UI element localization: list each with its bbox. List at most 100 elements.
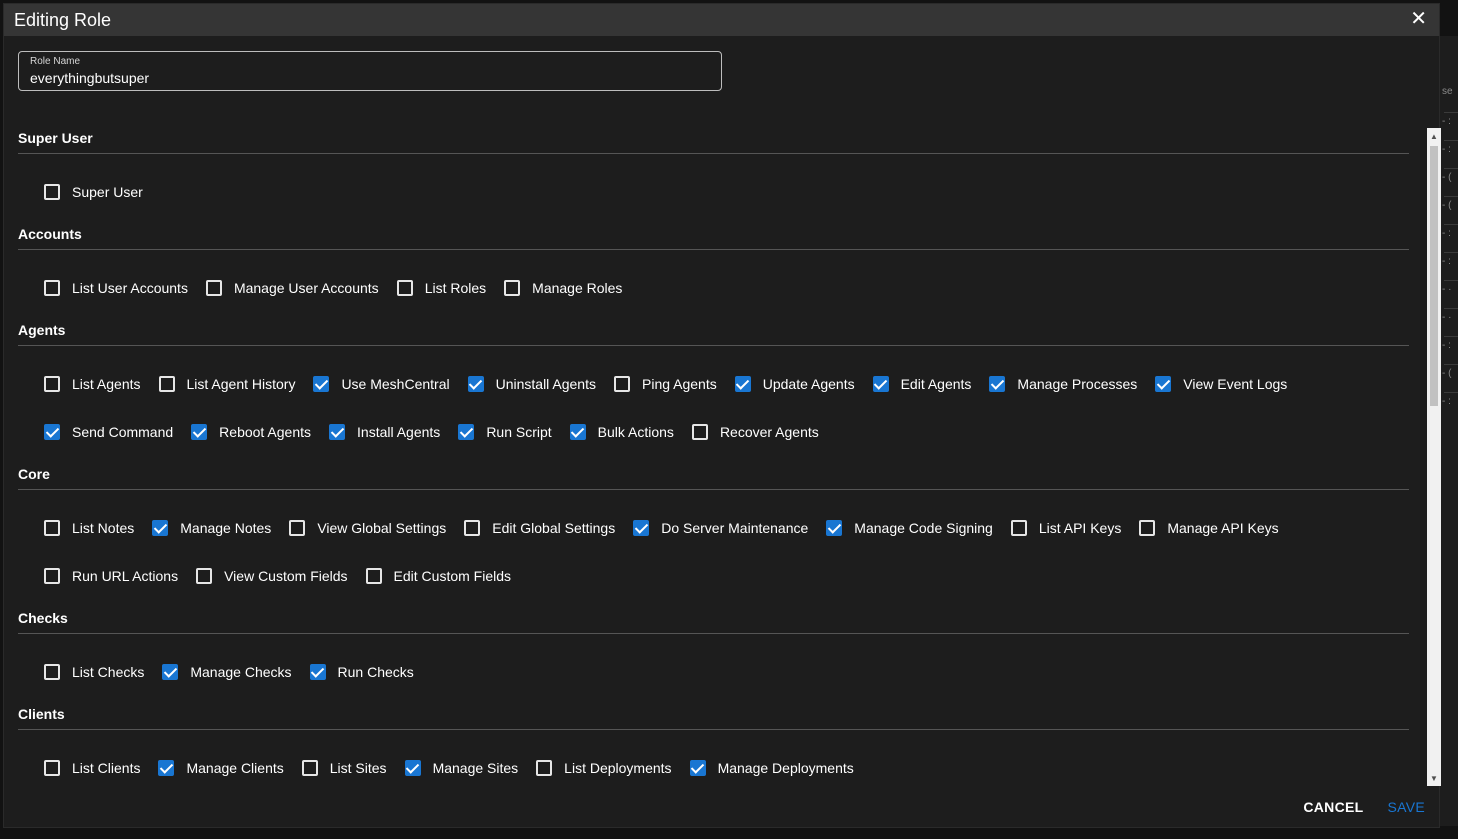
- checkbox-checked-icon[interactable]: [989, 376, 1006, 392]
- checkbox-unchecked-icon[interactable]: [289, 520, 306, 536]
- content-scrollbar[interactable]: ▲ ▼: [1427, 128, 1441, 786]
- checkbox-unchecked-icon[interactable]: [365, 568, 382, 584]
- permission-label: Super User: [72, 184, 143, 200]
- permission-checkbox[interactable]: Manage Processes: [989, 376, 1137, 392]
- checkbox-unchecked-icon[interactable]: [464, 520, 481, 536]
- permission-label: Manage User Accounts: [233, 280, 379, 296]
- permission-label: Recover Agents: [719, 424, 819, 440]
- permission-checkbox[interactable]: View Global Settings: [289, 520, 446, 536]
- checkbox-checked-icon[interactable]: [467, 376, 484, 392]
- permission-checkbox[interactable]: List User Accounts: [44, 280, 188, 296]
- permission-label: Manage Roles: [532, 280, 623, 296]
- permission-checkbox[interactable]: Install Agents: [329, 424, 440, 440]
- checkbox-checked-icon[interactable]: [158, 760, 175, 776]
- checkbox-checked-icon[interactable]: [458, 424, 475, 440]
- checkbox-checked-icon[interactable]: [569, 424, 586, 440]
- permission-label: Edit Agents: [900, 376, 972, 392]
- permission-checkbox[interactable]: View Event Logs: [1155, 376, 1287, 392]
- checkbox-checked-icon[interactable]: [689, 760, 706, 776]
- role-name-input[interactable]: [30, 69, 710, 87]
- editing-role-dialog: Editing Role ✕ Role Name Super UserSuper…: [3, 3, 1441, 828]
- scroll-down-arrow-icon[interactable]: ▼: [1430, 774, 1438, 784]
- permission-checkbox[interactable]: List Notes: [44, 520, 134, 536]
- checkbox-unchecked-icon[interactable]: [44, 280, 60, 296]
- permission-checkbox[interactable]: Send Command: [44, 424, 173, 440]
- permission-checkbox[interactable]: Reboot Agents: [191, 424, 311, 440]
- permission-checkbox[interactable]: List Checks: [44, 664, 144, 680]
- permission-checkbox[interactable]: List API Keys: [1010, 520, 1121, 536]
- checkbox-unchecked-icon[interactable]: [536, 760, 553, 776]
- checkbox-checked-icon[interactable]: [826, 520, 843, 536]
- permission-checkbox[interactable]: List Agent History: [158, 376, 295, 392]
- permission-checkbox[interactable]: Run URL Actions: [44, 568, 178, 584]
- checkbox-checked-icon[interactable]: [152, 520, 169, 536]
- permission-checkbox[interactable]: List Deployments: [536, 760, 672, 776]
- checkbox-unchecked-icon[interactable]: [44, 664, 60, 680]
- permission-checkbox[interactable]: List Sites: [301, 760, 387, 776]
- permission-checkbox[interactable]: Super User: [44, 184, 143, 200]
- permission-checkbox[interactable]: Bulk Actions: [569, 424, 674, 440]
- checkbox-checked-icon[interactable]: [191, 424, 208, 440]
- checkbox-checked-icon[interactable]: [44, 424, 60, 440]
- checkbox-checked-icon[interactable]: [313, 376, 330, 392]
- permission-checkbox[interactable]: List Clients: [44, 760, 140, 776]
- checkbox-checked-icon[interactable]: [309, 664, 326, 680]
- permission-checkbox[interactable]: List Agents: [44, 376, 141, 392]
- checkbox-unchecked-icon[interactable]: [44, 520, 60, 536]
- permission-checkbox[interactable]: Ping Agents: [614, 376, 717, 392]
- save-button[interactable]: SAVE: [1387, 799, 1425, 815]
- checkbox-unchecked-icon[interactable]: [396, 280, 413, 296]
- permission-checkbox[interactable]: Manage Roles: [504, 280, 622, 296]
- permission-checkbox[interactable]: Uninstall Agents: [467, 376, 596, 392]
- permission-checkbox[interactable]: Edit Global Settings: [464, 520, 615, 536]
- permission-label: Run URL Actions: [72, 568, 179, 584]
- checkbox-checked-icon[interactable]: [1155, 376, 1172, 392]
- permission-checkbox[interactable]: Do Server Maintenance: [633, 520, 808, 536]
- cancel-button[interactable]: CANCEL: [1303, 799, 1363, 815]
- role-name-field[interactable]: Role Name: [18, 51, 722, 91]
- checkbox-checked-icon[interactable]: [872, 376, 889, 392]
- checkbox-checked-icon[interactable]: [404, 760, 421, 776]
- checkbox-unchecked-icon[interactable]: [205, 280, 222, 296]
- permission-checkbox[interactable]: Recover Agents: [691, 424, 819, 440]
- checkbox-unchecked-icon[interactable]: [301, 760, 318, 776]
- permission-checkbox[interactable]: Manage Notes: [152, 520, 271, 536]
- permission-checkbox[interactable]: Manage Sites: [404, 760, 519, 776]
- scrollbar-thumb[interactable]: [1430, 146, 1438, 406]
- checkbox-checked-icon[interactable]: [734, 376, 751, 392]
- permission-checkbox[interactable]: Manage API Keys: [1139, 520, 1279, 536]
- permission-checkbox[interactable]: Edit Custom Fields: [365, 568, 511, 584]
- permission-checkbox[interactable]: Run Checks: [309, 664, 414, 680]
- checkbox-unchecked-icon[interactable]: [44, 376, 60, 392]
- permission-checkbox[interactable]: Manage Code Signing: [826, 520, 993, 536]
- permission-label: Manage Sites: [432, 760, 519, 776]
- checkbox-unchecked-icon[interactable]: [614, 376, 630, 392]
- checkbox-unchecked-icon[interactable]: [691, 424, 708, 440]
- checkbox-unchecked-icon[interactable]: [44, 568, 60, 584]
- permission-checkbox[interactable]: Manage Deployments: [689, 760, 854, 776]
- permission-checkbox[interactable]: Edit Agents: [872, 376, 972, 392]
- permission-checkbox[interactable]: Run Script: [458, 424, 552, 440]
- permission-checkbox[interactable]: Manage Clients: [158, 760, 284, 776]
- checkbox-unchecked-icon[interactable]: [196, 568, 213, 584]
- checkbox-checked-icon[interactable]: [162, 664, 179, 680]
- permission-checkbox[interactable]: Update Agents: [734, 376, 855, 392]
- checkbox-unchecked-icon[interactable]: [158, 376, 175, 392]
- permission-checkbox[interactable]: View Custom Fields: [196, 568, 348, 584]
- permission-label: List Notes: [72, 520, 135, 536]
- permission-checkbox[interactable]: List Roles: [396, 280, 486, 296]
- scroll-up-arrow-icon[interactable]: ▲: [1430, 132, 1438, 142]
- permission-checkbox[interactable]: Use MeshCentral: [313, 376, 450, 392]
- checkbox-checked-icon[interactable]: [633, 520, 650, 536]
- background-row-fragment: - (: [1442, 368, 1452, 379]
- permission-checkbox[interactable]: Manage Checks: [162, 664, 292, 680]
- checkbox-checked-icon[interactable]: [329, 424, 346, 440]
- checkbox-unchecked-icon[interactable]: [504, 280, 521, 296]
- checkbox-unchecked-icon[interactable]: [44, 184, 60, 200]
- close-icon[interactable]: ✕: [1410, 8, 1427, 30]
- checkbox-unchecked-icon[interactable]: [1010, 520, 1027, 536]
- checkbox-unchecked-icon[interactable]: [1139, 520, 1156, 536]
- checkbox-unchecked-icon[interactable]: [44, 760, 60, 776]
- permission-label: Manage Clients: [186, 760, 284, 776]
- permission-checkbox[interactable]: Manage User Accounts: [205, 280, 379, 296]
